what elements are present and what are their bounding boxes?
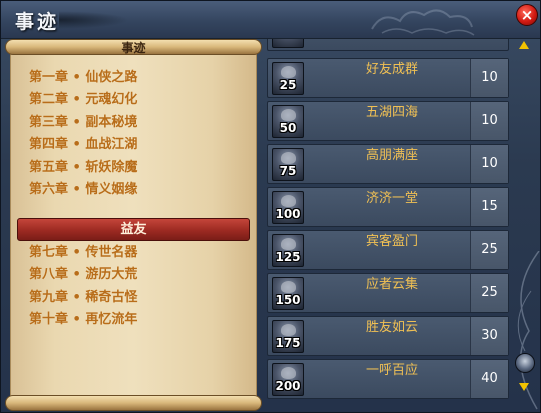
chapter-item-3[interactable]: 第三章 • 副本秘境	[29, 112, 137, 134]
chapter-item-5[interactable]: 第五章 • 斩妖除魔	[29, 157, 137, 179]
arrow-up-icon[interactable]	[519, 41, 529, 49]
scroll-rod-bottom	[5, 395, 262, 411]
scroll-paper: 第一章 • 仙侠之路 第二章 • 元魂幻化 第三章 • 副本秘境 第四章 • 血…	[10, 53, 257, 397]
chapter-scroll: 第一章 • 仙侠之路 第二章 • 元魂幻化 第三章 • 副本秘境 第四章 • 血…	[5, 39, 262, 411]
achievement-row[interactable]: 75 高朋满座 10	[267, 144, 509, 184]
avatar-badge-icon: 175	[272, 320, 304, 353]
chapter-item-6[interactable]: 第六章 • 情义姻缘	[29, 179, 137, 201]
achievement-row[interactable]: 25 好友成群 10	[267, 58, 509, 98]
achievement-name: 宾客盈门	[365, 234, 418, 249]
scroll-title: 事迹	[121, 41, 146, 55]
chapter-item-9[interactable]: 第九章 • 稀奇古怪	[29, 287, 137, 309]
achievement-row[interactable]: 200 一呼百应 40	[267, 359, 509, 399]
achievement-name: 胜友如云	[365, 320, 418, 335]
achievement-points: 10	[470, 102, 508, 140]
achievement-name: 济济一堂	[365, 191, 418, 206]
achievement-row[interactable]: 100 济济一堂 15	[267, 187, 509, 227]
chapter-list-lower: 第七章 • 传世名器 第八章 • 游历大荒 第九章 • 稀奇古怪 第十章 • 再…	[29, 242, 137, 332]
avatar-badge-icon: 100	[272, 191, 304, 224]
achievement-row[interactable]: 150 应者云集 25	[267, 273, 509, 313]
avatar-badge-icon: 25	[272, 62, 304, 95]
title-bar: 事迹 ×	[1, 1, 540, 39]
badge-count: 175	[275, 336, 301, 350]
skull-ornament-icon	[515, 353, 535, 373]
badge-count: 50	[279, 121, 297, 135]
arrow-down-icon[interactable]	[519, 383, 529, 391]
badge-count: 75	[279, 164, 297, 178]
badge-count: 125	[275, 250, 301, 264]
achievement-row[interactable]: 50 五湖四海 10	[267, 101, 509, 141]
chapter-item-7[interactable]: 第七章 • 传世名器	[29, 242, 137, 264]
chapter-item-10[interactable]: 第十章 • 再忆流年	[29, 309, 137, 331]
achievement-name: 一呼百应	[365, 363, 418, 378]
scrollbar[interactable]	[514, 39, 536, 411]
badge-icon	[272, 39, 304, 48]
achievement-row[interactable]: 125 宾客盈门 25	[267, 230, 509, 270]
close-button[interactable]: ×	[516, 4, 538, 26]
chapter-item-1[interactable]: 第一章 • 仙侠之路	[29, 67, 137, 89]
cloud-decoration-icon	[371, 9, 475, 36]
avatar-badge-icon: 75	[272, 148, 304, 181]
close-icon: ×	[520, 6, 534, 24]
chapter-item-2[interactable]: 第二章 • 元魂幻化	[29, 89, 137, 111]
chapter-list-upper: 第一章 • 仙侠之路 第二章 • 元魂幻化 第三章 • 副本秘境 第四章 • 血…	[29, 67, 137, 201]
achievement-list: 25 好友成群 10 50 五湖四海 10 75 高朋满座 10 100 济济一…	[265, 39, 511, 411]
achievement-points: 15	[470, 188, 508, 226]
achievement-name: 高朋满座	[365, 148, 418, 163]
achievements-window: 事迹 × 第一章 • 仙侠之路 第二章 • 元魂幻化 第三章 • 副本秘境 第四…	[0, 0, 541, 413]
badge-count: 150	[275, 293, 301, 307]
chapter-item-8[interactable]: 第八章 • 游历大荒	[29, 264, 137, 286]
achievement-points: 10	[470, 145, 508, 183]
avatar-badge-icon: 125	[272, 234, 304, 267]
achievement-points: 10	[470, 59, 508, 97]
badge-count: 200	[275, 379, 301, 393]
avatar-badge-icon: 200	[272, 363, 304, 396]
window-title: 事迹	[15, 11, 60, 33]
avatar-badge-icon: 50	[272, 105, 304, 138]
avatar-badge-icon: 150	[272, 277, 304, 310]
achievement-row-partial	[267, 39, 509, 51]
achievement-name: 应者云集	[365, 277, 418, 292]
achievement-name: 五湖四海	[365, 105, 418, 120]
achievement-row[interactable]: 175 胜友如云 30	[267, 316, 509, 356]
chapter-item-4[interactable]: 第四章 • 血战江湖	[29, 134, 137, 156]
badge-count: 25	[279, 78, 297, 92]
title-brush-decoration	[59, 11, 129, 29]
badge-count: 100	[275, 207, 301, 221]
subcategory-selected[interactable]: 益友	[17, 218, 250, 241]
scroll-rod-top: 事迹	[5, 39, 262, 55]
achievement-name: 好友成群	[365, 62, 418, 77]
